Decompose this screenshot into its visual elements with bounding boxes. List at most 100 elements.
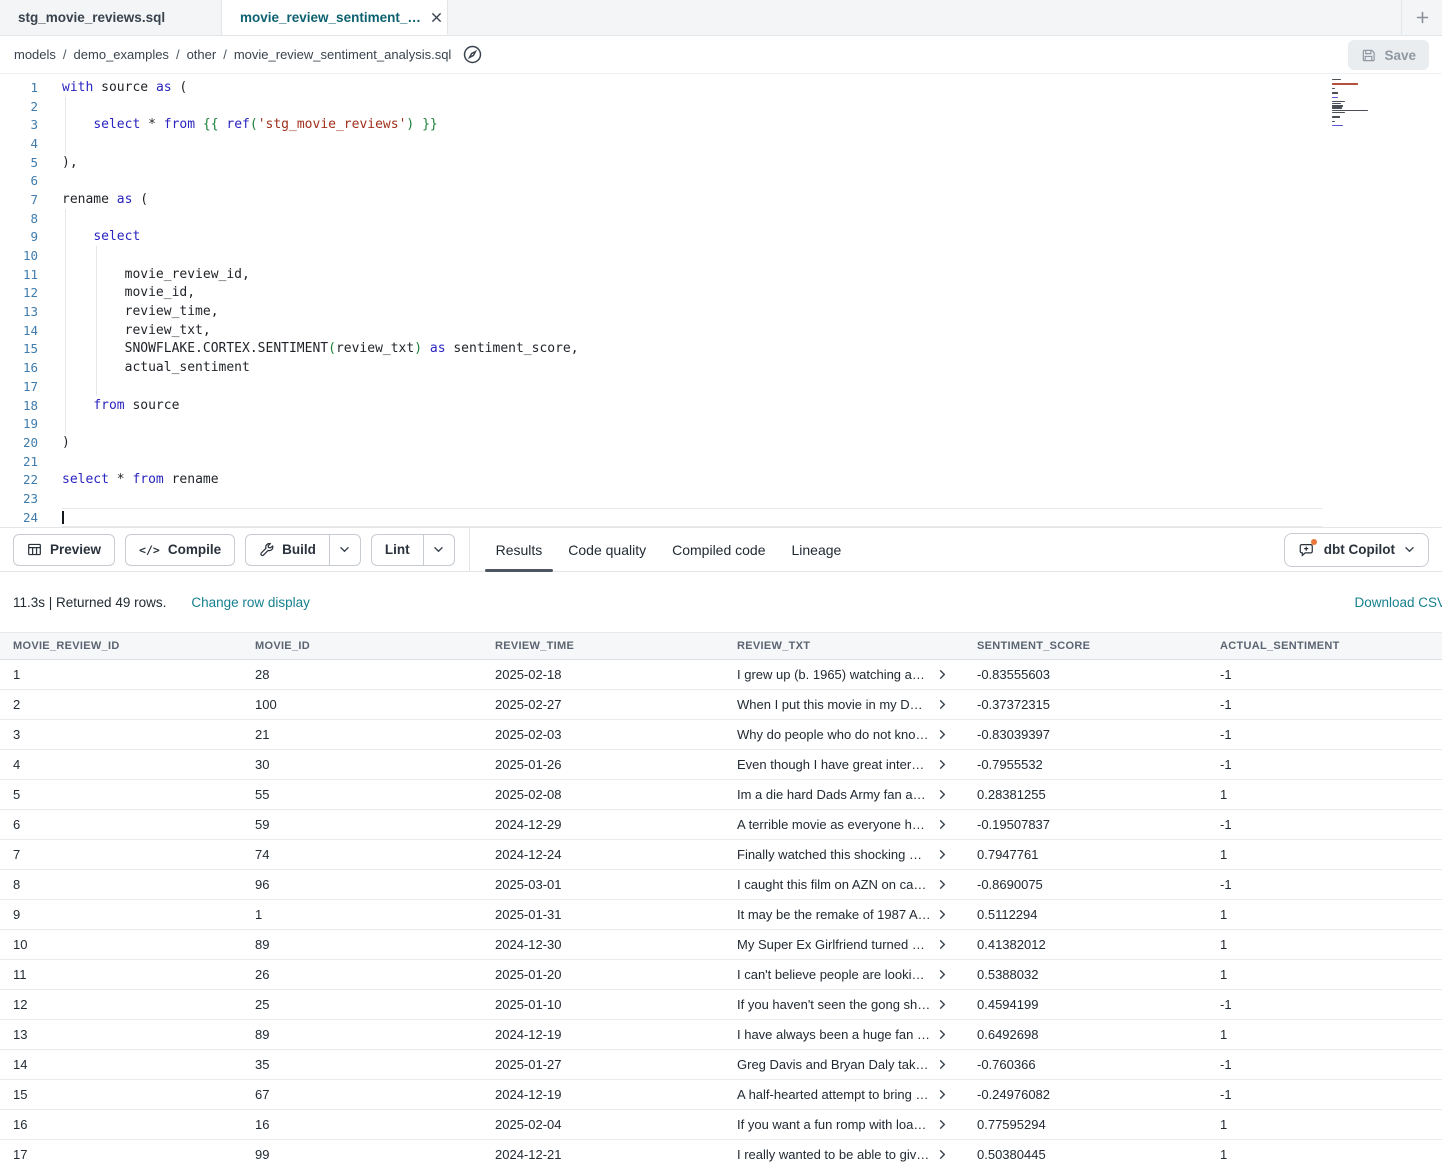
- code-line[interactable]: ),: [62, 153, 1322, 172]
- download-csv-link[interactable]: Download CSV: [1354, 595, 1442, 610]
- expand-cell-icon[interactable]: [938, 669, 947, 680]
- build-button[interactable]: Build: [246, 535, 329, 565]
- file-tab-movie-review-sentiment[interactable]: movie_review_sentiment_…: [222, 0, 448, 35]
- line-number: 21: [0, 454, 38, 469]
- change-row-display-link[interactable]: Change row display: [191, 595, 310, 610]
- table-header-cell-movie-review-id: MOVIE_REVIEW_ID: [0, 640, 242, 652]
- code-line[interactable]: [62, 209, 1322, 228]
- breadcrumb: models/demo_examples/other/movie_review_…: [14, 47, 451, 62]
- table-cell: -1: [1207, 997, 1442, 1012]
- copilot-compass-icon[interactable]: [462, 44, 483, 65]
- code-line[interactable]: actual_sentiment: [62, 358, 1322, 377]
- expand-cell-icon[interactable]: [938, 729, 947, 740]
- code-line[interactable]: movie_id,: [62, 284, 1322, 303]
- code-line[interactable]: SNOWFLAKE.CORTEX.SENTIMENT(review_txt) a…: [62, 340, 1322, 359]
- code-line[interactable]: [62, 452, 1322, 471]
- indent-guide: [96, 302, 97, 321]
- code-line[interactable]: [62, 377, 1322, 396]
- expand-cell-icon[interactable]: [938, 1119, 947, 1130]
- expand-cell-icon[interactable]: [938, 879, 947, 890]
- copilot-chat-icon: [1298, 541, 1315, 558]
- editor-line: 13 review_time,: [0, 302, 1442, 321]
- results-meta-row: 11.3s | Returned 49 rows. Change row dis…: [0, 572, 1442, 632]
- code-line[interactable]: [62, 414, 1322, 433]
- indent-guide: [65, 284, 66, 303]
- table-cell: 2025-01-31: [482, 907, 724, 922]
- code-line[interactable]: ): [62, 433, 1322, 452]
- preview-button[interactable]: Preview: [13, 534, 115, 566]
- code-line[interactable]: select: [62, 228, 1322, 247]
- table-cell: 59: [242, 817, 482, 832]
- save-button[interactable]: Save: [1348, 40, 1429, 70]
- code-line[interactable]: [62, 246, 1322, 265]
- code-line[interactable]: [62, 171, 1322, 190]
- code-line[interactable]: [62, 508, 1322, 527]
- breadcrumb-part: demo_examples: [74, 47, 169, 62]
- lint-split-button: Lint: [371, 534, 455, 566]
- code-line[interactable]: [62, 489, 1322, 508]
- tab-code-quality[interactable]: Code quality: [557, 528, 657, 571]
- build-menu-button[interactable]: [329, 535, 360, 565]
- line-number: 2: [0, 99, 38, 114]
- editor-line: 17: [0, 377, 1442, 396]
- expand-cell-icon[interactable]: [938, 909, 947, 920]
- editor-line: 5),: [0, 153, 1442, 172]
- tab-lineage[interactable]: Lineage: [781, 528, 853, 571]
- expand-cell-icon[interactable]: [938, 849, 947, 860]
- line-number: 15: [0, 341, 38, 356]
- lint-menu-button[interactable]: [423, 535, 454, 565]
- expand-cell-icon[interactable]: [938, 1059, 947, 1070]
- expand-cell-icon[interactable]: [938, 789, 947, 800]
- file-tab-stg-movie-reviews-sql[interactable]: stg_movie_reviews.sql: [0, 0, 222, 35]
- code-line[interactable]: review_time,: [62, 302, 1322, 321]
- compile-button[interactable]: </> Compile: [125, 534, 235, 566]
- tab-close-icon[interactable]: [431, 12, 442, 23]
- table-row: 3212025-02-03Why do people who do not kn…: [0, 720, 1442, 750]
- expand-cell-icon[interactable]: [938, 969, 947, 980]
- review-text: I caught this film on AZN on cable. It s…: [737, 877, 931, 892]
- table-row: 16162025-02-04If you want a fun romp wit…: [0, 1110, 1442, 1140]
- table-cell-review-txt: It may be the remake of 1987 Autumn'…: [724, 907, 964, 922]
- table-cell: 13: [0, 1027, 242, 1042]
- code-line[interactable]: select * from {{ ref('stg_movie_reviews'…: [62, 115, 1322, 134]
- editor-line: 18 from source: [0, 396, 1442, 415]
- code-line[interactable]: [62, 134, 1322, 153]
- expand-cell-icon[interactable]: [938, 819, 947, 830]
- table-cell: 2024-12-19: [482, 1027, 724, 1042]
- lint-button[interactable]: Lint: [372, 535, 423, 565]
- new-tab-button[interactable]: [1401, 0, 1442, 35]
- table-cell-review-txt: Im a die hard Dads Army fan and nothi…: [724, 787, 964, 802]
- breadcrumb-separator: /: [63, 47, 67, 62]
- editor-line: 15 SNOWFLAKE.CORTEX.SENTIMENT(review_txt…: [0, 340, 1442, 359]
- code-line[interactable]: rename as (: [62, 190, 1322, 209]
- minimap[interactable]: [1332, 79, 1400, 132]
- expand-cell-icon[interactable]: [938, 999, 947, 1010]
- expand-cell-icon[interactable]: [938, 759, 947, 770]
- code-line[interactable]: review_txt,: [62, 321, 1322, 340]
- table-cell: -1: [1207, 697, 1442, 712]
- code-line[interactable]: with source as (: [62, 78, 1322, 97]
- table-cell: 1: [1207, 787, 1442, 802]
- chevron-down-icon: [339, 546, 350, 553]
- minimap-line: [1332, 101, 1345, 102]
- code-editor[interactable]: 1with source as (23 select * from {{ ref…: [0, 74, 1442, 527]
- indent-guide: [65, 340, 66, 359]
- chevron-down-icon: [1404, 546, 1415, 553]
- code-line[interactable]: [62, 97, 1322, 116]
- dbt-copilot-button[interactable]: dbt Copilot: [1284, 533, 1429, 567]
- plus-icon: [1415, 10, 1430, 25]
- expand-cell-icon[interactable]: [938, 1149, 947, 1160]
- tab-compiled-code[interactable]: Compiled code: [661, 528, 776, 571]
- tab-results[interactable]: Results: [485, 528, 554, 571]
- expand-cell-icon[interactable]: [938, 939, 947, 950]
- line-number: 17: [0, 379, 38, 394]
- expand-cell-icon[interactable]: [938, 699, 947, 710]
- minimap-line: [1332, 92, 1338, 93]
- editor-line: 4: [0, 134, 1442, 153]
- table-cell: 2025-02-18: [482, 667, 724, 682]
- expand-cell-icon[interactable]: [938, 1029, 947, 1040]
- code-line[interactable]: select * from rename: [62, 470, 1322, 489]
- expand-cell-icon[interactable]: [938, 1089, 947, 1100]
- code-line[interactable]: movie_review_id,: [62, 265, 1322, 284]
- code-line[interactable]: from source: [62, 396, 1322, 415]
